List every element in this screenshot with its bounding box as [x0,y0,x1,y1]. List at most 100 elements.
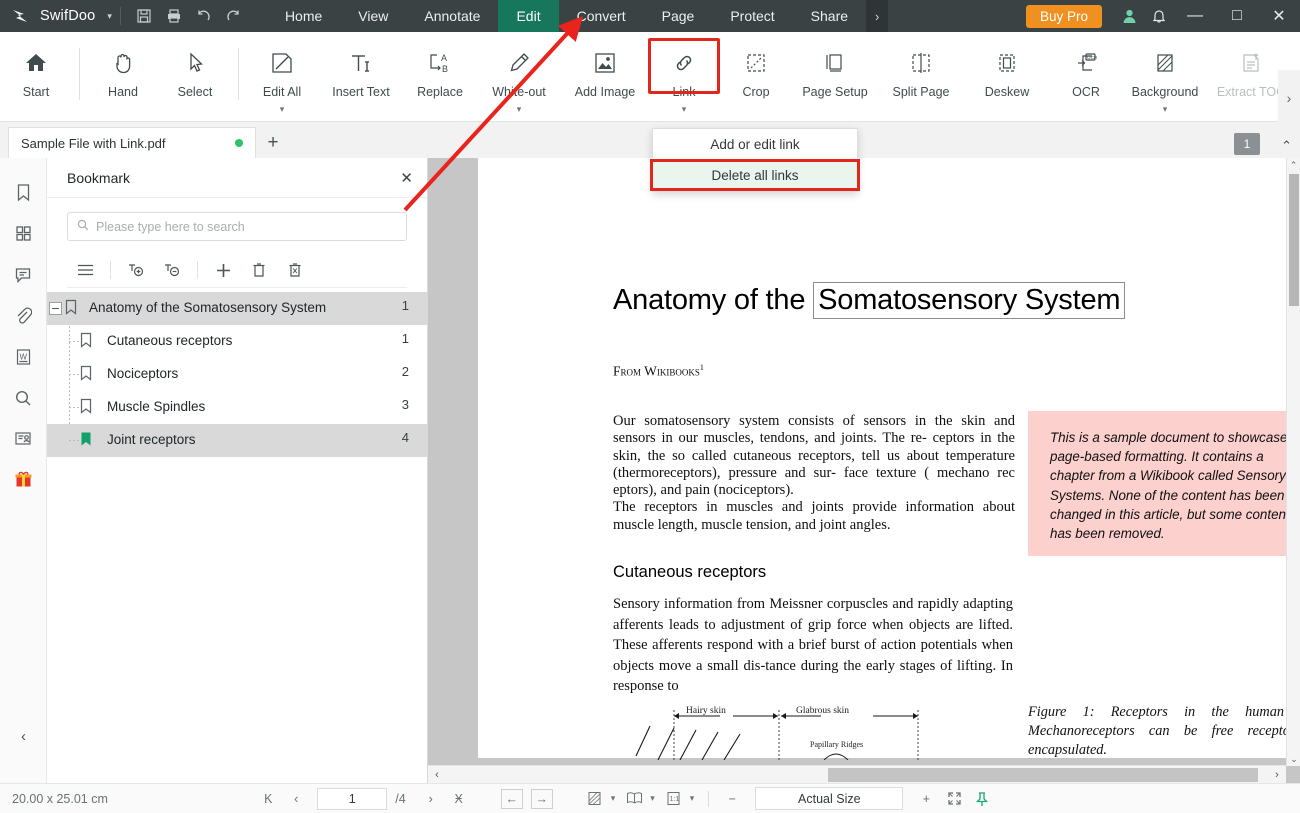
ribbon-select-button[interactable]: Select [159,38,231,99]
menu-item-home[interactable]: Home [267,0,340,32]
save-icon[interactable] [129,3,159,29]
menu-item-page[interactable]: Page [644,0,713,32]
scroll-up-arrow-icon[interactable]: ⌃ [1287,158,1300,172]
app-logo-group[interactable]: SwifDoo ▾ [0,5,112,27]
document-tab[interactable]: Sample File with Link.pdf [8,127,256,158]
delete-all-bookmarks-icon[interactable] [277,256,313,284]
bookmark-item-joint-receptors[interactable]: Joint receptors 4 [47,424,427,457]
ribbon-crop-button[interactable]: Crop [720,38,792,99]
scroll-left-arrow-icon[interactable]: ‹ [428,769,446,781]
link-dropdown-menu[interactable]: Add or edit link Delete all links [652,128,858,192]
ribbon-hand-button[interactable]: Hand [87,38,159,99]
expand-all-icon[interactable] [118,256,154,284]
document-viewport[interactable]: Anatomy of the Somatosensory System From… [428,158,1300,783]
ribbon-expand-chevron-icon[interactable]: › [1278,70,1300,126]
menu-item-annotate[interactable]: Annotate [406,0,498,32]
chevron-down-icon[interactable]: ▾ [682,105,687,114]
delete-bookmark-icon[interactable] [241,256,277,284]
menu-item-delete-all-links[interactable]: Delete all links [653,160,857,191]
menu-item-share[interactable]: Share [793,0,866,32]
ribbon-deskew-button[interactable]: Deskew [964,38,1050,99]
user-icon[interactable] [1114,0,1144,32]
scrollbar-thumb[interactable] [1289,174,1299,306]
document-horizontal-scrollbar[interactable]: ‹ › [428,765,1286,783]
ribbon-whiteout-button[interactable]: White-out ▾ [476,38,562,114]
search-icon[interactable] [8,377,38,418]
scrollbar-thumb-horizontal[interactable] [828,768,1258,782]
chevron-down-icon[interactable]: ▾ [611,793,616,804]
chevron-down-icon[interactable]: ▾ [280,105,285,114]
ribbon-insert-text-button[interactable]: Insert Text [318,38,404,99]
bookmark-search-input[interactable]: Please type here to search [67,212,407,241]
signature-icon[interactable] [8,418,38,459]
menu-item-protect[interactable]: Protect [712,0,792,32]
chevron-down-icon[interactable]: ▾ [107,11,112,22]
list-options-icon[interactable] [67,256,103,284]
bookmark-icon[interactable] [8,172,38,213]
facing-pages-icon[interactable] [621,787,647,811]
page-number-input[interactable]: 1 [317,787,388,810]
bookmark-item-nociceptors[interactable]: Nociceptors 2 [47,358,427,391]
ribbon-start-button[interactable]: Start [0,38,72,99]
first-page-button[interactable]: K [255,787,281,811]
zoom-out-button[interactable]: − [719,787,745,811]
redo-icon[interactable] [219,3,249,29]
pdf-page[interactable]: Anatomy of the Somatosensory System From… [478,158,1300,760]
chevron-down-icon[interactable]: ▾ [517,105,522,114]
ribbon-link-button[interactable]: Link ▾ [648,38,720,114]
zoom-level-select[interactable]: Actual Size [755,787,904,810]
bookmark-item-muscle-spindles[interactable]: Muscle Spindles 3 [47,391,427,424]
zoom-in-button[interactable]: + [913,787,939,811]
ribbon-page-setup-button[interactable]: Page Setup [792,38,878,99]
ribbon-ocr-button[interactable]: OCR OCR [1050,38,1122,99]
one-to-one-icon[interactable]: 1:1 [661,787,687,811]
ribbon-replace-button[interactable]: AB Replace [404,38,476,99]
buy-pro-button[interactable]: Buy Pro [1025,4,1102,28]
ribbon-split-page-button[interactable]: Split Page [878,38,964,99]
chevron-down-icon[interactable]: ▾ [650,793,655,804]
close-button[interactable]: ✕ [1258,0,1300,32]
bookmark-item-cutaneous-receptors[interactable]: Cutaneous receptors 1 [47,325,427,358]
chevron-down-icon[interactable]: ▾ [1163,105,1168,114]
ribbon-edit-all-button[interactable]: Edit All ▾ [246,38,318,114]
bookmark-item-root[interactable]: Anatomy of the Somatosensory System 1 [47,292,427,325]
menu-item-edit[interactable]: Edit [498,0,559,32]
notification-bell-icon[interactable] [1144,0,1174,32]
next-view-button[interactable]: → [530,788,553,809]
ribbon-background-button[interactable]: Background ▾ [1122,38,1208,114]
fullscreen-icon[interactable] [941,787,967,811]
print-icon[interactable] [159,3,189,29]
scroll-right-arrow-icon[interactable]: › [1268,769,1286,781]
ribbon-add-image-button[interactable]: Add Image [562,38,648,99]
last-page-button[interactable]: Ӿ [446,787,472,811]
chevron-down-icon[interactable]: ▾ [690,793,695,804]
next-page-button[interactable]: › [418,787,444,811]
gift-icon[interactable] [8,459,38,500]
document-vertical-scrollbar[interactable]: ⌃ ⌄ [1286,158,1300,766]
scroll-down-arrow-icon[interactable]: ⌄ [1287,752,1300,766]
menu-overflow-chevron-icon[interactable]: › [866,0,889,32]
attachments-icon[interactable] [8,295,38,336]
maximize-button[interactable]: □ [1216,0,1258,32]
collapse-panel-chevron-icon[interactable]: ‹ [0,728,47,745]
undo-icon[interactable] [189,3,219,29]
ribbon-label: Deskew [984,85,1030,99]
page-fill-icon[interactable] [582,787,608,811]
close-icon[interactable]: ✕ [400,169,413,187]
menu-item-convert[interactable]: Convert [559,0,644,32]
collapse-toggle-icon[interactable] [49,302,62,315]
page-title-link-box[interactable]: Somatosensory System [813,282,1126,319]
minimize-button[interactable]: — [1174,0,1216,32]
collapse-all-icon[interactable] [154,256,190,284]
word-export-icon[interactable]: W [8,336,38,377]
add-bookmark-icon[interactable] [205,256,241,284]
menu-item-add-or-edit-link[interactable]: Add or edit link [653,129,857,160]
menu-item-view[interactable]: View [340,0,406,32]
chevron-up-icon[interactable]: ⌃ [1281,138,1292,154]
comments-icon[interactable] [8,254,38,295]
pin-icon[interactable] [969,787,995,811]
previous-view-button[interactable]: ← [500,788,523,809]
thumbnails-icon[interactable] [8,213,38,254]
previous-page-button[interactable]: ‹ [283,787,309,811]
new-tab-button[interactable]: + [256,127,290,158]
